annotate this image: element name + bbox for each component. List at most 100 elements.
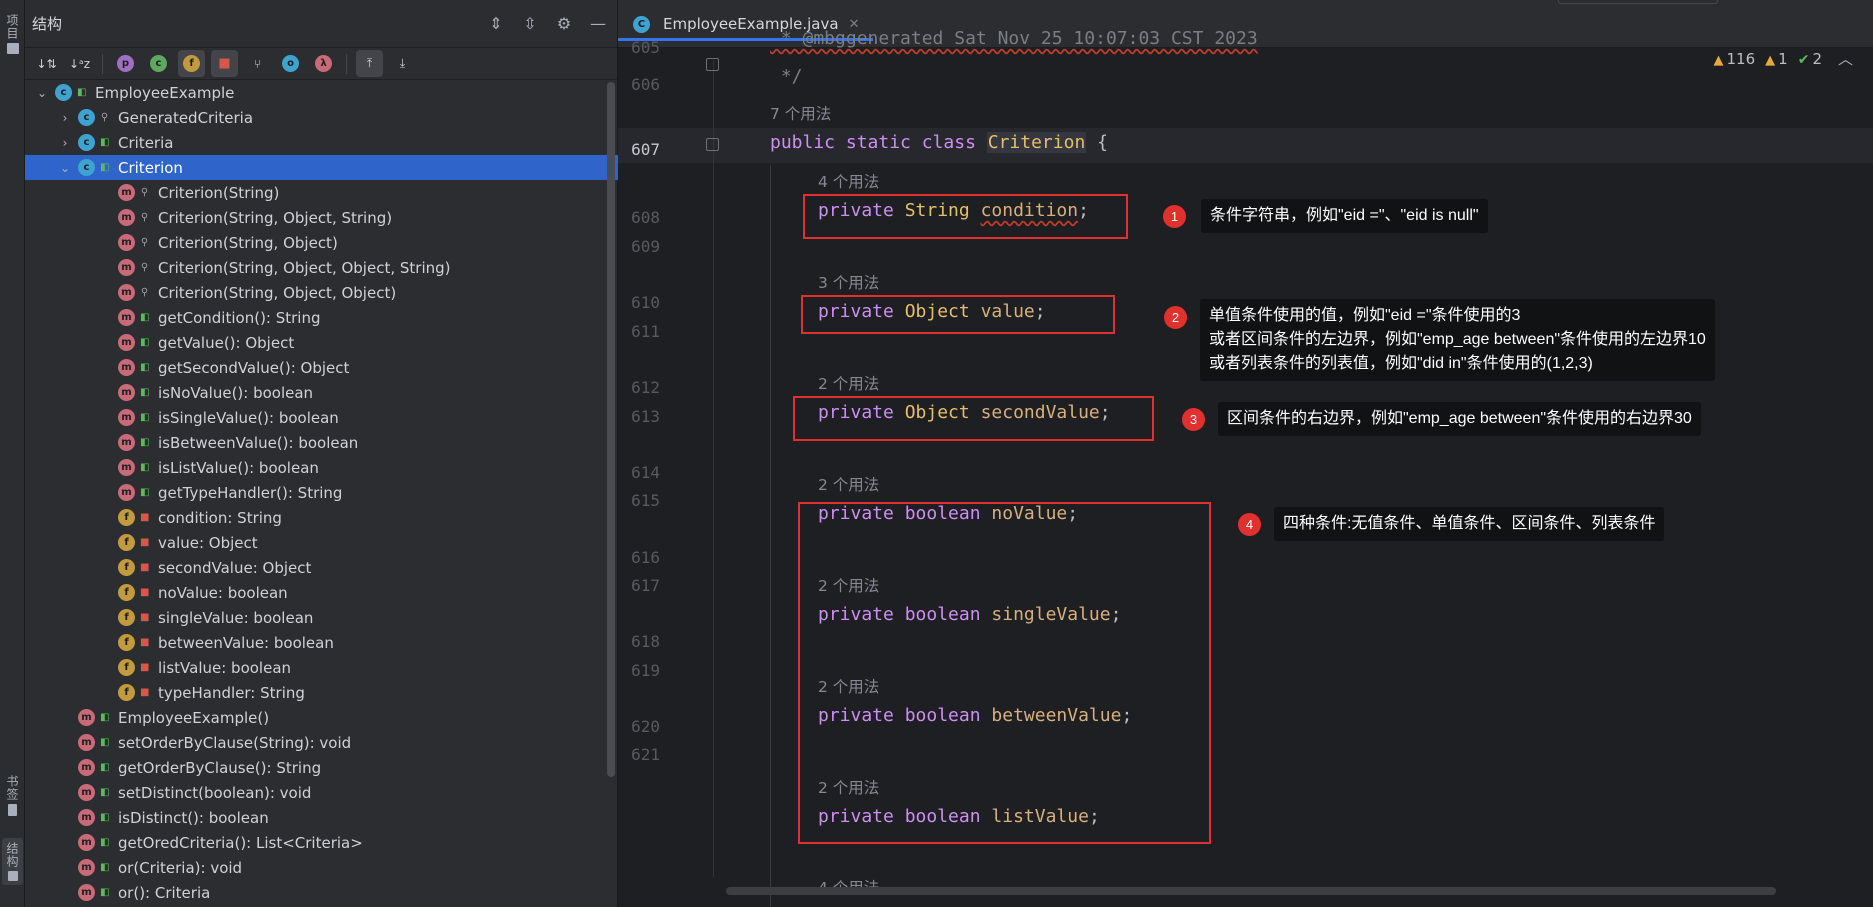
class-icon: c [78,159,95,176]
line-number: 605 [631,38,660,57]
public-visibility-icon: ◧ [140,362,150,373]
tree-node[interactable]: ›m⚲Criterion(String, Object, Object, Str… [25,255,618,280]
show-hierarchy-icon[interactable]: ⑂ [244,50,271,77]
tree-node[interactable]: ›f■singleValue: boolean [25,605,618,630]
chevron-up-icon[interactable]: ︿ [1838,48,1853,69]
method-icon: m [118,484,135,501]
show-inherited-icon[interactable]: c [145,50,172,77]
method-icon: m [78,759,95,776]
annotation-note-1: 条件字符串，例如"eid ="、"eid is null" [1201,199,1488,233]
tree-node[interactable]: ›m◧getOrderByClause(): String [25,755,618,780]
public-visibility-icon: ◧ [100,137,110,148]
tree-node[interactable]: ›m◧isSingleValue(): boolean [25,405,618,430]
expand-all-icon[interactable]: ⇕ [485,12,507,34]
field-icon: f [118,684,135,701]
tree-node[interactable]: ›f■betweenValue: boolean [25,630,618,655]
highlight-box-2 [801,295,1115,334]
tree-node[interactable]: ›m◧or(Criteria): void [25,855,618,880]
autoscroll-to-source-icon[interactable]: ⤒ [356,50,383,77]
tree-node[interactable]: ›m◧getSecondValue(): Object [25,355,618,380]
lock-icon: ■ [140,612,150,623]
bookmark-icon [8,804,17,816]
usages-hint-612[interactable]: 2 个用法 [818,372,879,394]
tree-node-label: Criterion(String, Object, Object) [158,283,397,302]
tree-node[interactable]: ›m⚲Criterion(String) [25,180,618,205]
horizontal-scrollbar[interactable] [726,887,1776,895]
tree-node[interactable]: ›m◧EmployeeExample() [25,705,618,730]
tree-node[interactable]: ›f■value: Object [25,530,618,555]
tree-node[interactable]: ›m◧isListValue(): boolean [25,455,618,480]
toolbar-separator [102,53,103,74]
sort-alphabetically-icon[interactable]: ↓ᵃz [66,50,93,77]
tree-node[interactable]: ›m◧getOredCriteria(): List<Criteria> [25,830,618,855]
tree-node[interactable]: ⌄ c ◧ Criterion [25,155,618,180]
tree-node-label: getCondition(): String [158,308,321,327]
code-area[interactable]: 605 606 607 608 609 610 611 612 613 614 615 616 617 6… [618,0,1873,907]
warnings-count: ▲ 116 [1714,50,1756,68]
tree-node-label: Criterion(String) [158,183,280,202]
show-lambdas-icon[interactable]: λ [310,50,337,77]
package-visibility-icon: ⚲ [100,112,109,123]
structure-panel-header: 结构 ⇕ ⇳ ⚙ — [25,0,617,48]
tree-node[interactable]: ›f■secondValue: Object [25,555,618,580]
ok-count: ✔ 2 [1798,50,1822,68]
project-tool-tab[interactable]: 项目 [2,14,23,54]
show-properties-icon[interactable]: p [112,50,139,77]
line-number: 612 [631,378,660,397]
public-visibility-icon: ◧ [100,162,110,173]
chevron-down-icon[interactable]: ⌄ [35,86,49,100]
brace: { [1086,132,1108,153]
chevron-right-icon[interactable]: › [58,136,72,150]
public-visibility-icon: ◧ [100,762,110,773]
tree-node[interactable]: ›m◧isNoValue(): boolean [25,380,618,405]
tree-node[interactable]: ›m◧setDistinct(boolean): void [25,780,618,805]
tree-node[interactable]: ›m⚲Criterion(String, Object) [25,230,618,255]
tree-node[interactable]: › c ◧ Criteria [25,130,618,155]
tree-node[interactable]: ›f■typeHandler: String [25,680,618,705]
line-number-gutter: 605 606 607 608 609 610 611 612 613 614 615 616 617 6… [618,30,718,907]
tree-node-label: isSingleValue(): boolean [158,408,339,427]
sort-by-visibility-icon[interactable]: ↓⇅ [33,50,60,77]
chevron-right-icon[interactable]: › [58,111,72,125]
usages-hint-607[interactable]: 7 个用法 [770,102,831,124]
tree-node[interactable]: ›f■noValue: boolean [25,580,618,605]
show-fields-icon[interactable]: f [178,50,205,77]
tree-node[interactable]: ›m⚲Criterion(String, Object, String) [25,205,618,230]
method-icon: m [78,834,95,851]
chevron-down-icon[interactable]: ⌄ [58,161,72,175]
tree-scrollbar[interactable] [607,82,615,777]
inspection-widget[interactable]: ▲ 116 ▲ 1 ✔ 2 ︿ [1714,48,1853,69]
bookmarks-tool-tab[interactable]: 书签 [2,775,23,816]
tree-node[interactable]: ›m◧getValue(): Object [25,330,618,355]
structure-toolbar: ↓⇅ ↓ᵃz p c f ■ ⑂ o λ ⤒ ⤓ [25,48,617,80]
usages-hint-608[interactable]: 4 个用法 [818,170,879,192]
tree-node[interactable]: ›m◧or(): Criteria [25,880,618,905]
usages-hint-610[interactable]: 3 个用法 [818,271,879,293]
tree-node[interactable]: ›m◧isDistinct(): boolean [25,805,618,830]
folder-icon [6,43,19,54]
tree-node[interactable]: ›f■listValue: boolean [25,655,618,680]
autoscroll-from-source-icon[interactable]: ⤓ [389,50,416,77]
gear-icon[interactable]: ⚙ [553,12,575,34]
tree-node[interactable]: ›m◧setOrderByClause(String): void [25,730,618,755]
show-non-public-icon[interactable]: ■ [211,50,238,77]
method-icon: m [118,209,135,226]
usages-hint-614[interactable]: 2 个用法 [818,473,879,495]
minimize-icon[interactable]: — [587,12,609,34]
tree-node[interactable]: ⌄ c ◧ EmployeeExample [25,80,618,105]
fold-marker-icon[interactable] [706,138,719,151]
fold-marker-icon[interactable] [706,58,719,71]
collapse-all-icon[interactable]: ⇳ [519,12,541,34]
tree-node[interactable]: › c ⚲ GeneratedCriteria [25,105,618,130]
field-icon: f [118,584,135,601]
tree-node[interactable]: ›m◧getTypeHandler(): String [25,480,618,505]
show-anonymous-icon[interactable]: o [277,50,304,77]
line-number: 606 [631,75,660,94]
tree-node[interactable]: ›m◧isBetweenValue(): boolean [25,430,618,455]
tree-node[interactable]: ›m◧getCondition(): String [25,305,618,330]
tree-node[interactable]: ›f■condition: String [25,505,618,530]
lock-icon: ■ [140,562,150,573]
structure-tool-tab[interactable]: 结构 [2,838,23,885]
annotation-badge-2: 2 [1164,306,1187,329]
tree-node[interactable]: ›m⚲Criterion(String, Object, Object) [25,280,618,305]
